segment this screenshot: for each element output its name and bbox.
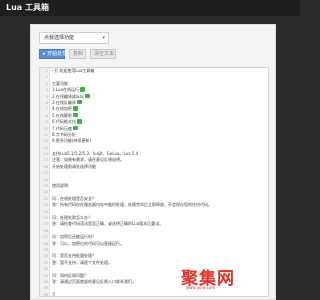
feature-badge-icon xyxy=(72,125,78,131)
run-button-label: 开始处理 xyxy=(47,51,68,57)
run-button[interactable]: ▸ 开始处理 xyxy=(39,49,68,59)
feature-badge-icon xyxy=(79,87,85,92)
code-line-text: 使用说明： xyxy=(52,183,72,189)
copy-button-label: 复制 xyxy=(73,51,84,57)
function-select[interactable]: 点我选择功能 ▾ xyxy=(39,32,109,44)
feature-badge-icon xyxy=(76,119,82,124)
clear-button-label: 清空文本 xyxy=(94,51,115,57)
code-line-text: 7.代码压缩 xyxy=(52,125,72,131)
code-line-text: 1.Lua在线运行 xyxy=(52,87,79,93)
code-line-text: 支持Lua5.1/5.2/5.3、luajit、GoLua、Lua 5.4 xyxy=(52,151,139,157)
code-line-text: 4.在线加密 xyxy=(52,106,72,112)
code-line-text: 问：处理失败怎么办？ xyxy=(52,214,92,220)
play-icon: ▸ xyxy=(43,51,46,57)
feature-badge-icon xyxy=(72,106,78,111)
code-line-text: 主要功能： xyxy=(52,80,72,86)
code-line-text: 答：请通过页面底部的意见反馈入口联系我们。 xyxy=(52,278,136,284)
feature-badge-icon xyxy=(76,99,82,105)
code-editor[interactable]: 1 --[[ 欢迎使用Lua工具箱 2 3 主要功能： 4 1.Lua在线运行 5 2.在线编译… xyxy=(39,67,269,297)
line-number: 36 xyxy=(43,292,48,297)
code-line-text: 8.字节码分析 xyxy=(52,131,76,137)
chevron-down-icon: ▾ xyxy=(102,35,105,41)
clear-button[interactable]: 清空文本 xyxy=(90,49,116,59)
feature-badge-icon xyxy=(85,93,91,99)
function-select-value: 点我选择功能 xyxy=(44,35,75,41)
code-line-text: 开始处理前请先选择功能 xyxy=(52,163,96,169)
code-line-text: 问：在线处理是否安全？ xyxy=(52,195,96,201)
code-line-text: 9.更多功能(持续更新) xyxy=(52,138,91,144)
code-line-text: 问：如何反馈问题？ xyxy=(52,272,88,278)
watermark-url: www.jujiw.com xyxy=(186,285,216,290)
code-line-text: 5.在线解密 xyxy=(52,112,72,118)
copy-button[interactable]: 复制 xyxy=(69,49,86,59)
code-line-text: 答：可以，加密后的代码可以直接运行。 xyxy=(52,240,124,246)
code-line: 36]] xyxy=(40,291,268,297)
code-line-text: 问：加密后还能运行吗？ xyxy=(52,234,96,240)
code-line-text: 3.在线反编译 xyxy=(52,99,76,105)
code-line-text: --[[ 欢迎使用Lua工具箱 xyxy=(52,68,95,73)
code-line-text: 答：请检查代码语法是否正确，或选择正确的Lua版本后重试。 xyxy=(52,221,164,227)
code-line-text: 2.在线编译成luac xyxy=(52,93,85,99)
code-line-text: 答：暂不支持，请逐个文件处理。 xyxy=(52,259,112,265)
code-line-text: 问：是否支持批量处理？ xyxy=(52,253,96,259)
app-title: Lua 工具箱 xyxy=(6,3,49,12)
feature-badge-icon xyxy=(72,112,78,118)
editor-lines: 1 --[[ 欢迎使用Lua工具箱 2 3 主要功能： 4 1.Lua在线运行 5 2.在线编译… xyxy=(40,68,268,297)
code-line-text: 6.代码格式化 xyxy=(52,119,76,125)
main-panel: 点我选择功能 ▾ ▸ 开始处理 复制 清空文本 1 --[[ 欢迎使用Lua工具箱… xyxy=(30,24,276,300)
code-line-text: 注意：如果有需求，请在意见反馈说明。 xyxy=(52,157,124,163)
code-line-text: ]] xyxy=(52,291,56,297)
app-header: Lua 工具箱 xyxy=(0,0,300,16)
code-line-text: 答：所有代码仅在服务器内存中临时处理，处理完毕后立即释放，不会保存您的任何代码。 xyxy=(52,202,212,208)
